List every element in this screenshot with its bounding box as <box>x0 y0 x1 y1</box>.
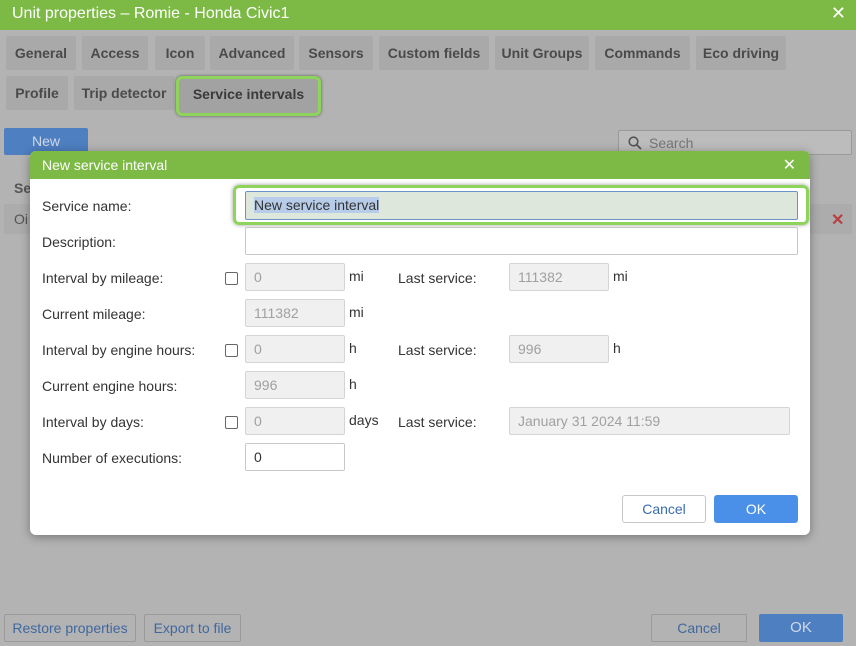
tab-sensors[interactable]: Sensors <box>299 36 373 70</box>
current-engine-hours-input[interactable] <box>245 371 345 399</box>
last-service-hours-label: Last service: <box>398 342 477 358</box>
service-name-value: New service interval <box>254 197 380 213</box>
last-service-date-input[interactable] <box>509 407 790 435</box>
tab-commands[interactable]: Commands <box>595 36 690 70</box>
interval-mileage-checkbox[interactable] <box>225 272 238 285</box>
dialog-title: New service interval <box>42 157 168 173</box>
footer-ok-button[interactable]: OK <box>759 614 843 642</box>
delete-icon[interactable]: ✕ <box>831 210 844 230</box>
last-service-mileage-unit: mi <box>613 268 628 284</box>
tab-unit-groups[interactable]: Unit Groups <box>495 36 589 70</box>
row-name-fragment: Oi <box>14 211 28 227</box>
window-title: Unit properties – Romie - Honda Civic1 <box>12 5 290 22</box>
tab-icon[interactable]: Icon <box>155 36 205 70</box>
export-to-file-button[interactable]: Export to file <box>144 614 241 642</box>
last-service-days-label: Last service: <box>398 414 477 430</box>
restore-properties-button[interactable]: Restore properties <box>4 614 136 642</box>
window-close-icon[interactable]: ✕ <box>831 3 846 23</box>
executions-input[interactable] <box>245 443 345 471</box>
interval-days-unit: days <box>349 412 379 428</box>
interval-engine-hours-unit: h <box>349 340 357 356</box>
interval-mileage-label: Interval by mileage: <box>42 270 164 286</box>
new-service-interval-dialog: New service interval ✕ Service name: New… <box>30 151 810 535</box>
dialog-cancel-button[interactable]: Cancel <box>622 495 706 523</box>
executions-label: Number of executions: <box>42 450 183 466</box>
description-label: Description: <box>42 234 116 250</box>
service-name-label: Service name: <box>42 198 132 214</box>
tab-general[interactable]: General <box>6 36 76 70</box>
tab-service-intervals[interactable]: Service intervals <box>176 76 321 116</box>
last-service-hours-unit: h <box>613 340 621 356</box>
last-service-mileage-input[interactable] <box>509 263 609 291</box>
dialog-ok-button[interactable]: OK <box>714 495 798 523</box>
last-service-hours-input[interactable] <box>509 335 609 363</box>
current-engine-hours-unit: h <box>349 376 357 392</box>
search-icon <box>628 136 642 150</box>
interval-days-checkbox[interactable] <box>225 416 238 429</box>
tab-access[interactable]: Access <box>82 36 148 70</box>
dialog-header: New service interval ✕ <box>30 151 810 179</box>
tab-custom-fields[interactable]: Custom fields <box>379 36 489 70</box>
tab-advanced[interactable]: Advanced <box>210 36 294 70</box>
column-header-fragment: Se <box>14 180 32 196</box>
tab-eco-driving[interactable]: Eco driving <box>696 36 786 70</box>
description-input[interactable] <box>245 227 798 255</box>
tab-trip-detector[interactable]: Trip detector <box>74 76 174 110</box>
interval-engine-hours-checkbox[interactable] <box>225 344 238 357</box>
current-mileage-unit: mi <box>349 304 364 320</box>
tab-profile[interactable]: Profile <box>6 76 68 110</box>
interval-days-label: Interval by days: <box>42 414 144 430</box>
interval-engine-hours-input[interactable] <box>245 335 345 363</box>
service-name-input[interactable]: New service interval <box>245 191 798 220</box>
search-input[interactable] <box>649 133 844 152</box>
current-engine-hours-label: Current engine hours: <box>42 378 178 394</box>
interval-engine-hours-label: Interval by engine hours: <box>42 342 196 358</box>
dialog-close-icon[interactable]: ✕ <box>783 155 796 175</box>
current-mileage-input[interactable] <box>245 299 345 327</box>
last-service-mileage-label: Last service: <box>398 270 477 286</box>
footer-cancel-button[interactable]: Cancel <box>651 614 747 642</box>
interval-mileage-unit: mi <box>349 268 364 284</box>
current-mileage-label: Current mileage: <box>42 306 146 322</box>
window-header: Unit properties – Romie - Honda Civic1 ✕ <box>0 0 856 30</box>
interval-days-input[interactable] <box>245 407 345 435</box>
interval-mileage-input[interactable] <box>245 263 345 291</box>
